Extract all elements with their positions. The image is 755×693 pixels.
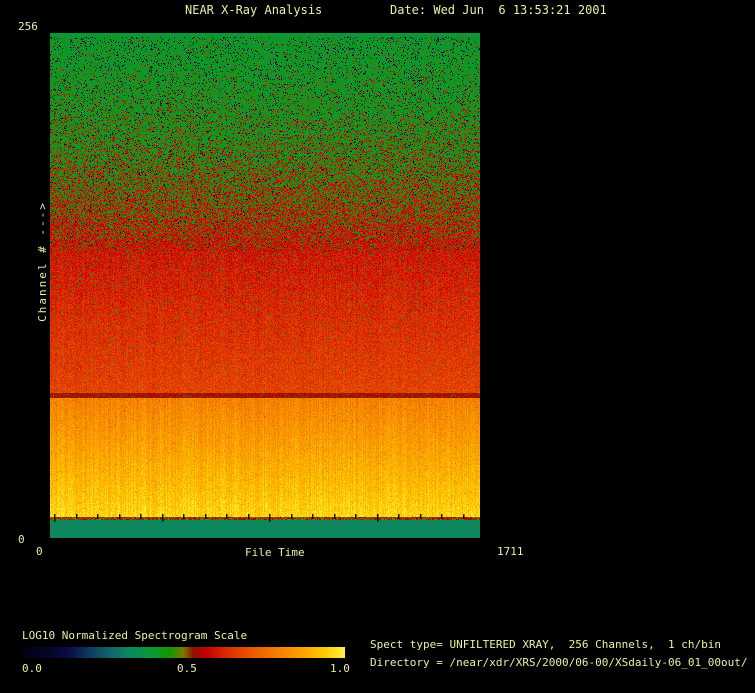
app-title: NEAR X-Ray Analysis [185,3,323,17]
spectrogram-image [50,33,480,538]
colorbar-tick-max: 1.0 [330,662,350,675]
colorbar-tick-mid: 0.5 [177,662,197,675]
directory-line: Directory = /near/xdr/XRS/2000/06-00/XSd… [370,656,748,669]
colorbar-tick-min: 0.0 [22,662,42,675]
date-label: Date: Wed Jun 6 13:53:21 2001 [390,3,607,17]
y-axis-min-label: 0 [18,533,25,546]
x-axis-max-label: 1711 [497,545,524,558]
x-axis-min-label: 0 [36,545,43,558]
spect-type-line: Spect type= UNFILTERED XRAY, 256 Channel… [370,638,721,651]
xray-analysis-window: NEAR X-Ray Analysis Date: Wed Jun 6 13:5… [0,0,755,693]
colorbar-gradient [22,647,345,658]
x-axis-title: File Time [245,546,305,559]
y-axis-max-label: 256 [18,20,38,33]
y-axis-label: Channel # ---> [36,201,49,322]
colorbar-title: LOG10 Normalized Spectrogram Scale [22,629,248,642]
